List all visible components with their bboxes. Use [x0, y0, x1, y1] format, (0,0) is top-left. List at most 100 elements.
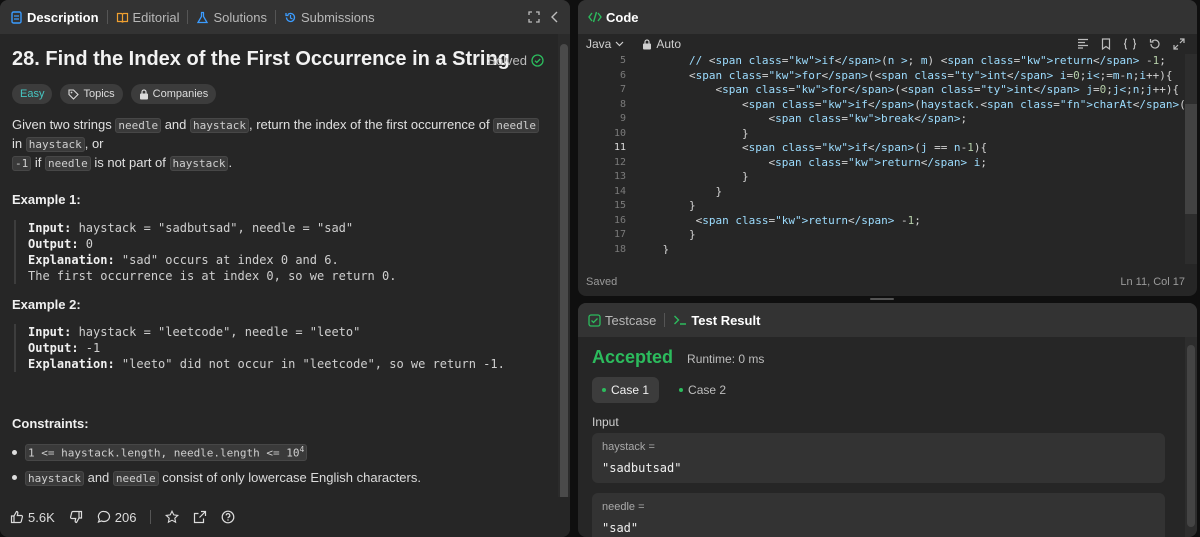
bookmark-icon[interactable] [1101, 38, 1111, 50]
problem-footer: 5.6K 206 [0, 497, 570, 537]
result-panel: Testcase Test Result Accepted Runtime: 0… [578, 303, 1197, 537]
result-status: Accepted [592, 347, 674, 367]
code-text: } [715, 184, 723, 198]
document-icon [10, 10, 23, 24]
tab-description[interactable]: Description [6, 10, 103, 25]
help-icon[interactable] [221, 510, 235, 524]
code-line[interactable]: 17 } [578, 228, 1185, 243]
flask-icon [196, 11, 209, 24]
code-line[interactable]: 10 } [578, 127, 1185, 142]
tab-submissions-label: Submissions [300, 9, 375, 25]
fullscreen-icon[interactable] [1173, 38, 1185, 50]
code-line[interactable]: 13 } [578, 170, 1185, 185]
tab-editorial-label: Editorial [132, 9, 180, 25]
expand-icon[interactable] [528, 11, 540, 23]
tag-icon [68, 88, 80, 100]
desc-code: haystack [169, 156, 229, 171]
ex-expl-value: "sad" occurs at index 0 and 6. [114, 253, 339, 267]
braces-icon[interactable] [1123, 38, 1137, 50]
line-number: 8 [619, 98, 626, 110]
code-line[interactable]: 7 <span class="kw">for</span>(<span clas… [578, 83, 1185, 98]
line-number: 11 [613, 142, 626, 153]
tab-divider [187, 10, 189, 24]
code-editor[interactable]: 5 // <span class="kw">if</span>(n >; m) … [578, 54, 1185, 254]
ex-output-value: 0 [78, 237, 94, 251]
ex-output-label: Output: [28, 341, 79, 355]
code-line[interactable]: 14 } [578, 185, 1185, 200]
share-icon[interactable] [193, 510, 207, 524]
tab-test-result[interactable]: Test Result [669, 313, 764, 328]
ex-input-label: Input: [28, 221, 72, 235]
tab-divider [664, 313, 666, 327]
like-button[interactable]: 5.6K [10, 510, 55, 525]
desc-code: needle [115, 118, 162, 133]
topics-tag[interactable]: Topics [60, 84, 123, 104]
code-text: <span class="kw">break</span>; [768, 112, 968, 125]
companies-tag[interactable]: Companies [130, 84, 217, 104]
code-line[interactable]: 18 } [578, 243, 1185, 255]
result-content: Accepted Runtime: 0 ms Case 1 Case 2 Inp… [578, 337, 1185, 537]
code-text: // <span class="kw">if</span>(n >; m) <s… [636, 54, 1166, 67]
code-line[interactable]: 12 <span class="kw">return</span> i; [578, 156, 1185, 171]
problem-scrollbar[interactable] [558, 34, 570, 524]
dislike-button[interactable] [69, 510, 83, 524]
case-1-tab[interactable]: Case 1 [592, 377, 660, 403]
tab-solutions[interactable]: Solutions [192, 10, 270, 25]
language-select[interactable]: Java [586, 37, 624, 51]
ex-output-value: -1 [78, 341, 101, 355]
code-line[interactable]: 5 // <span class="kw">if</span>(n >; m) … [578, 54, 1185, 69]
tab-code[interactable]: Code [584, 10, 643, 25]
line-number: 12 [613, 156, 626, 168]
code-text: } [741, 170, 749, 183]
scrollbar-thumb[interactable] [1185, 104, 1197, 214]
desc-text: Given two strings [12, 117, 116, 132]
constraint-text-part: consist of only lowercase English charac… [158, 470, 421, 485]
comments-button[interactable]: 206 [97, 510, 136, 525]
code-line[interactable]: 6 <span class="kw">for</span>(<span clas… [578, 69, 1185, 84]
thumbs-up-icon [10, 510, 24, 524]
pass-dot [602, 388, 606, 392]
code-line[interactable]: 15 } [578, 199, 1185, 214]
problem-content: 28. Find the Index of the First Occurren… [0, 34, 558, 493]
comment-icon [97, 510, 111, 524]
code-text: <span class="kw">for</span>(<span class=… [688, 68, 1173, 82]
desc-text: if [31, 155, 45, 170]
auto-mode[interactable]: Auto [642, 37, 681, 51]
terminal-icon [673, 314, 687, 326]
collapse-left-icon[interactable] [550, 11, 560, 23]
tab-testcase[interactable]: Testcase [584, 313, 660, 328]
star-icon[interactable] [165, 510, 180, 524]
lock-icon [642, 38, 652, 50]
code-line[interactable]: 8 <span class="kw">if</span>(haystack.<s… [578, 98, 1185, 113]
history-icon [284, 11, 297, 24]
line-number: 6 [619, 69, 626, 81]
code-line[interactable]: 16 <span class="kw">return</span> -1; [578, 214, 1185, 229]
case-2-label: Case 2 [688, 383, 727, 397]
solved-label: Solved [487, 53, 527, 68]
field-name: needle = [602, 501, 645, 513]
tab-submissions[interactable]: Submissions [280, 10, 379, 25]
example1-title: Example 1: [12, 192, 81, 207]
scrollbar-thumb[interactable] [1187, 345, 1195, 527]
code-line[interactable]: 11 <span class="kw">if</span>(j == n-1){ [578, 141, 1185, 156]
auto-label: Auto [656, 37, 682, 51]
reset-icon[interactable] [1149, 38, 1161, 50]
result-tabbar: Testcase Test Result [578, 303, 1197, 337]
result-scrollbar[interactable] [1185, 337, 1197, 537]
panel-resize-handle[interactable] [870, 298, 894, 300]
code-scrollbar[interactable] [1185, 54, 1197, 264]
scrollbar-thumb[interactable] [560, 44, 568, 524]
code-line[interactable]: 9 <span class="kw">break</span>; [578, 112, 1185, 127]
constraint-code: haystack [25, 471, 84, 486]
format-icon[interactable] [1077, 38, 1089, 50]
constraint-text-part: and [83, 470, 113, 485]
field-value: "sadbutsad" [602, 461, 682, 475]
case-2-tab[interactable]: Case 2 [669, 377, 736, 403]
constraint-code: 1 <= haystack.length, needle.length <= 1… [25, 444, 308, 461]
tab-test-result-label: Test Result [691, 312, 761, 328]
difficulty-badge[interactable]: Easy [12, 84, 53, 104]
runtime-text: Runtime: 0 ms [687, 352, 765, 366]
tab-editorial[interactable]: Editorial [112, 10, 184, 25]
desc-code: -1 [12, 156, 32, 171]
line-number: 18 [613, 243, 626, 255]
